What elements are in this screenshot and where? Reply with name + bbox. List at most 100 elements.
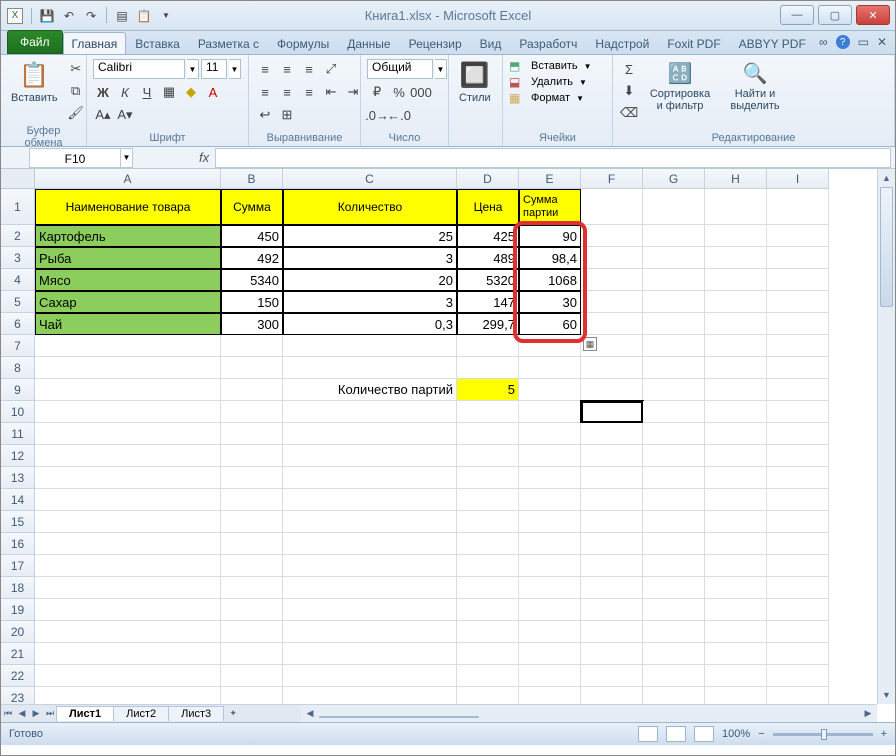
cell-H7[interactable] (705, 335, 767, 357)
font-color-button[interactable]: A (203, 82, 223, 102)
cell-H6[interactable] (705, 313, 767, 335)
sheettab-Лист1[interactable]: Лист1 (56, 706, 114, 721)
name-box[interactable]: F10 (29, 148, 121, 168)
scroll-up-icon[interactable]: ▲ (878, 169, 895, 187)
tab-разметка с[interactable]: Разметка с (189, 32, 268, 54)
cell-H9[interactable] (705, 379, 767, 401)
row-header-8[interactable]: 8 (1, 357, 35, 379)
row-header-17[interactable]: 17 (1, 555, 35, 577)
cell-I5[interactable] (767, 291, 829, 313)
cell-C9[interactable]: Количество партий (283, 379, 457, 401)
cell-F10[interactable] (581, 401, 643, 423)
cell-C19[interactable] (283, 599, 457, 621)
cell-A17[interactable] (35, 555, 221, 577)
cell-I12[interactable] (767, 445, 829, 467)
align-center-icon[interactable]: ≡ (277, 82, 297, 102)
cell-H13[interactable] (705, 467, 767, 489)
cell-F2[interactable] (581, 225, 643, 247)
cell-C21[interactable] (283, 643, 457, 665)
cell-C2[interactable]: 25 (283, 225, 457, 247)
decrease-font-icon[interactable]: A▾ (115, 105, 135, 125)
cell-F5[interactable] (581, 291, 643, 313)
cell-B3[interactable]: 492 (221, 247, 283, 269)
row-header-22[interactable]: 22 (1, 665, 35, 687)
cell-A15[interactable] (35, 511, 221, 533)
cell-E18[interactable] (519, 577, 581, 599)
cell-A18[interactable] (35, 577, 221, 599)
tab-first-icon[interactable]: ⏮ (1, 708, 15, 719)
cell-I11[interactable] (767, 423, 829, 445)
format-painter-icon[interactable]: 🖌 (66, 103, 86, 123)
cell-F3[interactable] (581, 247, 643, 269)
tab-разработч[interactable]: Разработч (510, 32, 586, 54)
sheettab-Лист3[interactable]: Лист3 (168, 706, 224, 721)
cell-G9[interactable] (643, 379, 705, 401)
cell-G2[interactable] (643, 225, 705, 247)
cell-I10[interactable] (767, 401, 829, 423)
cell-A5[interactable]: Сахар (35, 291, 221, 313)
cell-A14[interactable] (35, 489, 221, 511)
row-header-11[interactable]: 11 (1, 423, 35, 445)
cell-E20[interactable] (519, 621, 581, 643)
cell-I1[interactable] (767, 189, 829, 225)
cell-F13[interactable] (581, 467, 643, 489)
cell-G14[interactable] (643, 489, 705, 511)
cell-C1[interactable]: Количество (283, 189, 457, 225)
row-header-7[interactable]: 7 (1, 335, 35, 357)
cell-E4[interactable]: 1068 (519, 269, 581, 291)
cell-B16[interactable] (221, 533, 283, 555)
cell-F4[interactable] (581, 269, 643, 291)
chevron-down-icon[interactable]: ▼ (435, 59, 447, 79)
cell-H14[interactable] (705, 489, 767, 511)
cell-H22[interactable] (705, 665, 767, 687)
cell-D3[interactable]: 489 (457, 247, 519, 269)
cell-H18[interactable] (705, 577, 767, 599)
scrollbar-thumb[interactable] (319, 716, 479, 718)
window-opts-icon[interactable]: ▭ (858, 35, 869, 49)
cell-A10[interactable] (35, 401, 221, 423)
cell-C7[interactable] (283, 335, 457, 357)
cell-G1[interactable] (643, 189, 705, 225)
comma-icon[interactable]: 000 (411, 82, 431, 102)
autosum-icon[interactable]: Σ (619, 59, 639, 79)
cell-A22[interactable] (35, 665, 221, 687)
cell-C10[interactable] (283, 401, 457, 423)
scroll-right-icon[interactable]: ▶ (859, 708, 877, 719)
fill-color-button[interactable]: ◆ (181, 82, 201, 102)
cell-C13[interactable] (283, 467, 457, 489)
formula-input[interactable] (215, 148, 891, 168)
horizontal-scrollbar[interactable]: ◀ ▶ (301, 704, 877, 722)
cell-C8[interactable] (283, 357, 457, 379)
row-header-18[interactable]: 18 (1, 577, 35, 599)
cell-A20[interactable] (35, 621, 221, 643)
cell-C4[interactable]: 20 (283, 269, 457, 291)
cell-I21[interactable] (767, 643, 829, 665)
cell-C15[interactable] (283, 511, 457, 533)
increase-font-icon[interactable]: A▴ (93, 105, 113, 125)
row-header-10[interactable]: 10 (1, 401, 35, 423)
cell-I19[interactable] (767, 599, 829, 621)
find-select-button[interactable]: 🔍 Найти и выделить (721, 59, 789, 114)
cell-G22[interactable] (643, 665, 705, 687)
cell-E7[interactable] (519, 335, 581, 357)
cell-D4[interactable]: 5320 (457, 269, 519, 291)
cell-D7[interactable] (457, 335, 519, 357)
cell-D12[interactable] (457, 445, 519, 467)
font-name-select[interactable]: Calibri (93, 59, 185, 79)
cell-C5[interactable]: 3 (283, 291, 457, 313)
cell-B13[interactable] (221, 467, 283, 489)
cell-C14[interactable] (283, 489, 457, 511)
chevron-down-icon[interactable]: ▼ (229, 59, 241, 79)
cell-G7[interactable] (643, 335, 705, 357)
tab-надстрой[interactable]: Надстрой (586, 32, 658, 54)
row-header-2[interactable]: 2 (1, 225, 35, 247)
indent-increase-icon[interactable]: ⇥ (343, 82, 363, 102)
styles-button[interactable]: 🔲 Стили (455, 59, 495, 106)
cell-H17[interactable] (705, 555, 767, 577)
cell-A3[interactable]: Рыба (35, 247, 221, 269)
cell-B21[interactable] (221, 643, 283, 665)
tab-рецензир[interactable]: Рецензир (400, 32, 471, 54)
cell-F19[interactable] (581, 599, 643, 621)
cell-E21[interactable] (519, 643, 581, 665)
align-middle-icon[interactable]: ≡ (277, 59, 297, 79)
